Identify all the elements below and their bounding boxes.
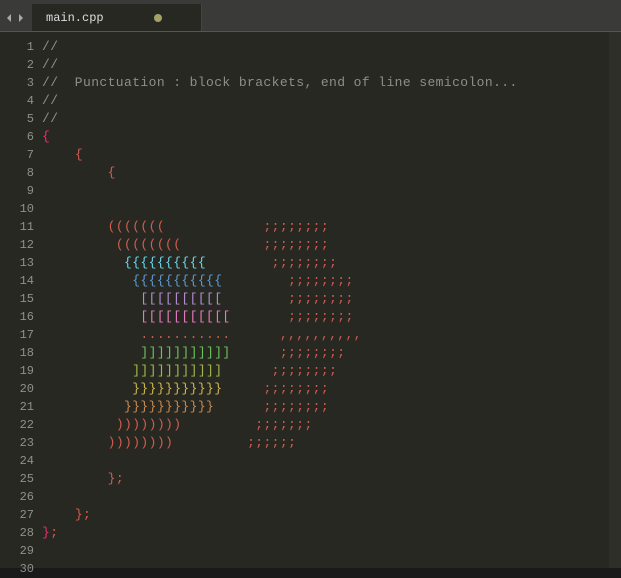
line-number: 17	[0, 326, 34, 344]
line-number: 29	[0, 542, 34, 560]
line-number: 7	[0, 146, 34, 164]
code-line[interactable]: [[[[[[[[[[[ ;;;;;;;;	[42, 308, 621, 326]
code-line[interactable]: }}}}}}}}}}} ;;;;;;;;	[42, 380, 621, 398]
code-line[interactable]: //	[42, 56, 621, 74]
line-number: 4	[0, 92, 34, 110]
code-line[interactable]	[42, 200, 621, 218]
line-number: 16	[0, 308, 34, 326]
tab-label: main.cpp	[46, 9, 104, 27]
line-number: 15	[0, 290, 34, 308]
code-line[interactable]: ........... ,,,,,,,,,,	[42, 326, 621, 344]
code-line[interactable]: {	[42, 164, 621, 182]
line-number: 6	[0, 128, 34, 146]
code-line[interactable]: )))))))) ;;;;;;	[42, 434, 621, 452]
line-number: 28	[0, 524, 34, 542]
code-line[interactable]: };	[42, 470, 621, 488]
code-line[interactable]: {	[42, 146, 621, 164]
code-line[interactable]: };	[42, 506, 621, 524]
line-number: 23	[0, 434, 34, 452]
code-content[interactable]: ////// Punctuation : block brackets, end…	[42, 32, 621, 568]
line-number: 13	[0, 254, 34, 272]
line-number-gutter: 1234567891011121314151617181920212223242…	[0, 32, 42, 568]
line-number: 21	[0, 398, 34, 416]
code-line[interactable]: // Punctuation : block brackets, end of …	[42, 74, 621, 92]
line-number: 8	[0, 164, 34, 182]
code-line[interactable]: //	[42, 92, 621, 110]
line-number: 11	[0, 218, 34, 236]
code-line[interactable]: {	[42, 128, 621, 146]
line-number: 18	[0, 344, 34, 362]
line-number: 30	[0, 560, 34, 578]
line-number: 12	[0, 236, 34, 254]
code-line[interactable]: [[[[[[[[[[ ;;;;;;;;	[42, 290, 621, 308]
code-line[interactable]: ]]]]]]]]]]] ;;;;;;;;	[42, 362, 621, 380]
code-line[interactable]: )))))))) ;;;;;;;	[42, 416, 621, 434]
line-number: 22	[0, 416, 34, 434]
editor-scrollbar[interactable]	[609, 32, 621, 568]
line-number: 19	[0, 362, 34, 380]
code-line[interactable]: ((((((( ;;;;;;;;	[42, 218, 621, 236]
line-number: 2	[0, 56, 34, 74]
line-number: 10	[0, 200, 34, 218]
line-number: 26	[0, 488, 34, 506]
code-line[interactable]: //	[42, 38, 621, 56]
line-number: 9	[0, 182, 34, 200]
line-number: 14	[0, 272, 34, 290]
code-line[interactable]	[42, 452, 621, 470]
code-line[interactable]: {{{{{{{{{{{ ;;;;;;;;	[42, 272, 621, 290]
code-line[interactable]: (((((((( ;;;;;;;;	[42, 236, 621, 254]
code-line[interactable]: //	[42, 110, 621, 128]
line-number: 5	[0, 110, 34, 128]
code-line[interactable]: }}}}}}}}}}} ;;;;;;;;	[42, 398, 621, 416]
code-line[interactable]: ]]]]]]]]]]] ;;;;;;;;	[42, 344, 621, 362]
code-line[interactable]: {{{{{{{{{{ ;;;;;;;;	[42, 254, 621, 272]
next-tab-icon[interactable]	[16, 13, 26, 23]
line-number: 25	[0, 470, 34, 488]
code-line[interactable]	[42, 488, 621, 506]
line-number: 3	[0, 74, 34, 92]
modified-indicator-icon	[154, 14, 162, 22]
editor-area[interactable]: 1234567891011121314151617181920212223242…	[0, 32, 621, 568]
code-line[interactable]: };	[42, 524, 621, 542]
tab-nav-arrows	[0, 4, 32, 31]
line-number: 27	[0, 506, 34, 524]
line-number: 1	[0, 38, 34, 56]
line-number: 20	[0, 380, 34, 398]
tab-main-cpp[interactable]: main.cpp	[32, 4, 202, 31]
line-number: 24	[0, 452, 34, 470]
prev-tab-icon[interactable]	[4, 13, 14, 23]
code-line[interactable]	[42, 542, 621, 560]
code-line[interactable]	[42, 182, 621, 200]
code-line[interactable]	[42, 560, 621, 578]
tab-bar: main.cpp	[0, 4, 621, 32]
